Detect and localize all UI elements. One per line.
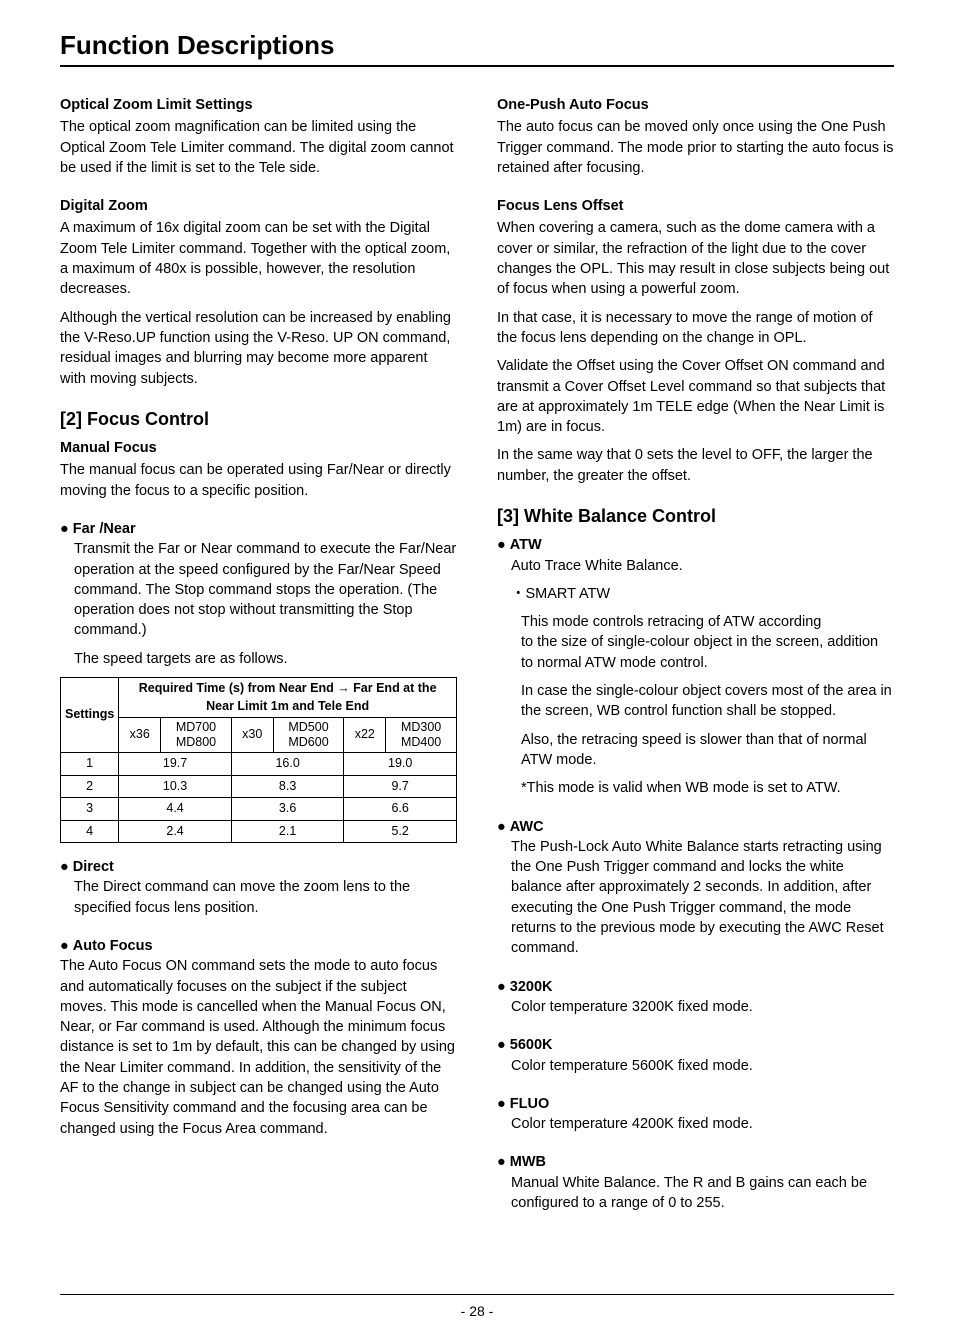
table-cell: 6.6 [344, 798, 457, 821]
offset-head: Focus Lens Offset [497, 196, 894, 216]
awc-label: AWC [510, 819, 544, 835]
one-push-body: The auto focus can be moved only once us… [497, 117, 894, 178]
bullet-icon: ● [497, 1035, 506, 1055]
bullet-icon: ● [497, 1152, 506, 1172]
auto-focus-label: Auto Focus [73, 938, 153, 954]
table-cell: 16.0 [231, 753, 344, 776]
bullet-icon: ● [60, 936, 69, 956]
table-col1-mult: x30 [231, 718, 273, 753]
k5600-label: 5600K [510, 1037, 553, 1053]
page-footer: - 28 - [60, 1294, 894, 1319]
atw-smart1: This mode controls retracing of ATW acco… [521, 612, 894, 632]
table-row: 1 19.7 16.0 19.0 [61, 753, 457, 776]
table-col2-models: MD300 MD400 [386, 718, 457, 753]
table-col0-models: MD700 MD800 [161, 718, 232, 753]
bullet-icon: ● [497, 1094, 506, 1114]
awc-body: The Push-Lock Auto White Balance starts … [511, 837, 894, 959]
table-col0-mult: x36 [119, 718, 161, 753]
digital-zoom-head: Digital Zoom [60, 196, 457, 216]
table-col2-mult: x22 [344, 718, 386, 753]
digital-zoom-body1: A maximum of 16x digital zoom can be set… [60, 218, 457, 299]
auto-focus-head: ●Auto Focus [60, 936, 457, 956]
table-cell: 1 [61, 753, 119, 776]
optical-zoom-body: The optical zoom magnification can be li… [60, 117, 457, 178]
k3200-label: 3200K [510, 979, 553, 995]
optical-zoom-head: Optical Zoom Limit Settings [60, 95, 457, 115]
offset-body1: When covering a camera, such as the dome… [497, 218, 894, 299]
far-near-label: Far /Near [73, 521, 136, 537]
table-cell: 10.3 [119, 775, 232, 798]
table-col1-a: MD500 [278, 720, 340, 735]
table-cell: 2.1 [231, 820, 344, 843]
mwb-body: Manual White Balance. The R and B gains … [511, 1173, 894, 1214]
digital-zoom-body2: Although the vertical resolution can be … [60, 308, 457, 389]
focus-control-head: [2] Focus Control [60, 407, 457, 432]
k5600-head: ●5600K [497, 1035, 894, 1055]
table-settings-label: Settings [61, 678, 119, 753]
offset-body4: In the same way that 0 sets the level to… [497, 445, 894, 486]
one-push-head: One-Push Auto Focus [497, 95, 894, 115]
table-cell: 2 [61, 775, 119, 798]
page-title: Function Descriptions [60, 30, 894, 67]
far-near-body: Transmit the Far or Near command to exec… [74, 539, 457, 640]
table-row: 2 10.3 8.3 9.7 [61, 775, 457, 798]
atw-smart: ・SMART ATW [511, 584, 894, 604]
table-cell: 2.4 [119, 820, 232, 843]
left-column: Optical Zoom Limit Settings The optical … [60, 95, 457, 1264]
mwb-head: ●MWB [497, 1152, 894, 1172]
table-cell: 19.0 [344, 753, 457, 776]
offset-body2: In that case, it is necessary to move th… [497, 308, 894, 349]
wb-control-head: [3] White Balance Control [497, 504, 894, 529]
table-col0-a: MD700 [165, 720, 227, 735]
k3200-body: Color temperature 3200K fixed mode. [511, 997, 894, 1017]
atw-line1: Auto Trace White Balance. [511, 556, 894, 576]
table-cell: 19.7 [119, 753, 232, 776]
bullet-icon: ● [497, 535, 506, 555]
table-row: 3 4.4 3.6 6.6 [61, 798, 457, 821]
table-top-header: Required Time (s) from Near End → Far En… [119, 678, 457, 718]
atw-smart2: to the size of single-colour object in t… [521, 632, 894, 673]
table-cell: 3 [61, 798, 119, 821]
k3200-head: ●3200K [497, 977, 894, 997]
table-cell: 8.3 [231, 775, 344, 798]
table-col2-a: MD300 [390, 720, 452, 735]
page-number: - 28 - [461, 1303, 494, 1319]
bullet-icon: ● [497, 817, 506, 837]
manual-focus-body: The manual focus can be operated using F… [60, 460, 457, 501]
auto-focus-body: The Auto Focus ON command sets the mode … [60, 956, 457, 1139]
atw-head: ●ATW [497, 535, 894, 555]
table-col1-models: MD500 MD600 [273, 718, 344, 753]
table-col0-b: MD800 [165, 735, 227, 750]
atw-smart5: *This mode is valid when WB mode is set … [521, 778, 894, 798]
manual-focus-head: Manual Focus [60, 438, 457, 458]
direct-head: ●Direct [60, 857, 457, 877]
awc-head: ●AWC [497, 817, 894, 837]
offset-body3: Validate the Offset using the Cover Offs… [497, 356, 894, 437]
direct-body: The Direct command can move the zoom len… [74, 877, 457, 918]
atw-label: ATW [510, 537, 542, 553]
fluo-body: Color temperature 4200K fixed mode. [511, 1114, 894, 1134]
table-col2-b: MD400 [390, 735, 452, 750]
table-col1-b: MD600 [278, 735, 340, 750]
direct-label: Direct [73, 859, 114, 875]
bullet-icon: ● [60, 519, 69, 539]
table-cell: 4 [61, 820, 119, 843]
k5600-body: Color temperature 5600K fixed mode. [511, 1056, 894, 1076]
right-column: One-Push Auto Focus The auto focus can b… [497, 95, 894, 1264]
atw-smart4: Also, the retracing speed is slower than… [521, 730, 894, 771]
table-row: 4 2.4 2.1 5.2 [61, 820, 457, 843]
far-near-head: ●Far /Near [60, 519, 457, 539]
mwb-label: MWB [510, 1154, 546, 1170]
bullet-icon: ● [497, 977, 506, 997]
far-near-tail: The speed targets are as follows. [74, 649, 457, 669]
fluo-label: FLUO [510, 1096, 549, 1112]
table-cell: 3.6 [231, 798, 344, 821]
speed-table: Settings Required Time (s) from Near End… [60, 677, 457, 843]
atw-smart3: In case the single-colour object covers … [521, 681, 894, 722]
bullet-icon: ● [60, 857, 69, 877]
table-cell: 4.4 [119, 798, 232, 821]
fluo-head: ●FLUO [497, 1094, 894, 1114]
table-cell: 5.2 [344, 820, 457, 843]
table-cell: 9.7 [344, 775, 457, 798]
